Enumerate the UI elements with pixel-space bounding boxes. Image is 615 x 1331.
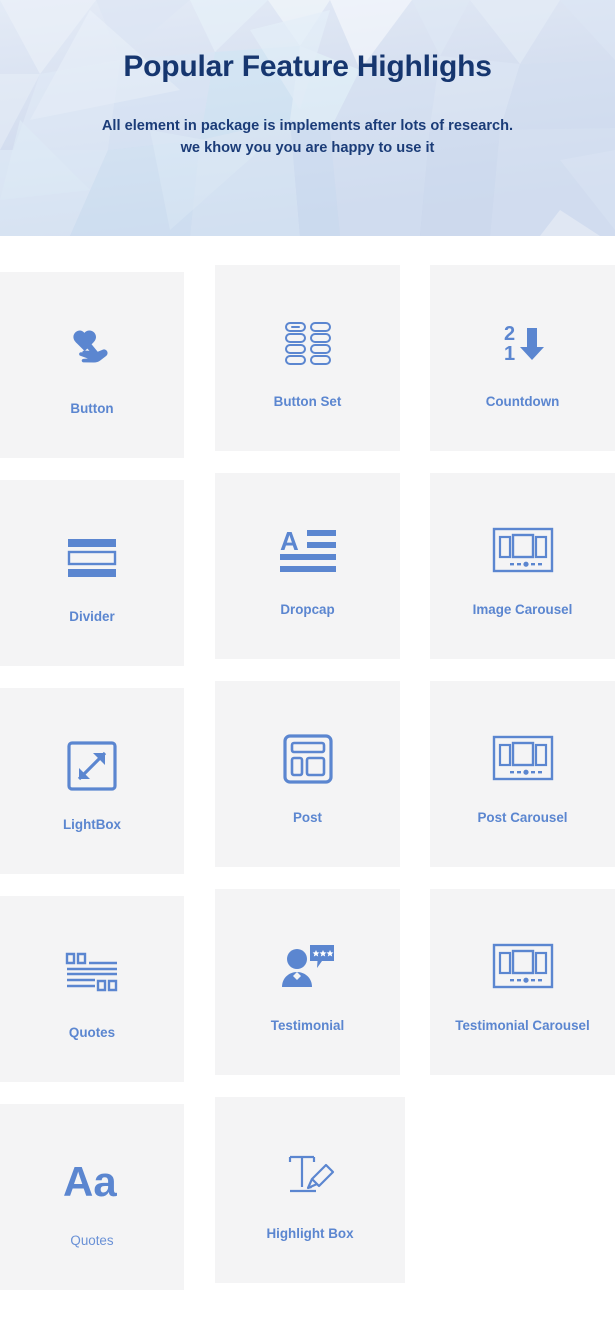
feature-card-post[interactable]: Post	[215, 681, 400, 867]
feature-card-label: Post	[292, 809, 323, 825]
feature-card-label: Testimonial Carousel	[455, 1017, 590, 1033]
feature-card-image-carousel[interactable]: Image Carousel	[430, 473, 615, 659]
feature-card-label: Image Carousel	[472, 601, 573, 617]
carousel-icon	[492, 932, 554, 1002]
feature-card-label: Divider	[69, 608, 115, 624]
feature-card-label: Testimonial	[270, 1017, 345, 1033]
feature-card-label: Post Carousel	[477, 809, 568, 825]
typography-aa-icon: Aa	[57, 1147, 127, 1217]
text-highlighter-icon	[282, 1140, 338, 1210]
person-speech-stars-icon	[280, 932, 336, 1002]
dropcap-a-icon: A	[279, 516, 336, 586]
countdown-digit-bottom: 1	[504, 343, 515, 365]
page-title: Popular Feature Highlighs	[123, 50, 492, 83]
post-layout-icon	[282, 724, 333, 794]
quote-lines-icon	[62, 939, 122, 1009]
feature-card-button[interactable]: Button	[0, 272, 184, 458]
feature-card-label: Dropcap	[280, 601, 335, 617]
countdown-arrow-icon: 2 1	[496, 308, 550, 378]
feature-card-button-set[interactable]: Button Set	[215, 265, 400, 451]
feature-card-label: LightBox	[62, 816, 121, 832]
feature-card-testimonial[interactable]: Testimonial	[215, 889, 400, 1075]
feature-card-quotes[interactable]: Quotes	[0, 896, 184, 1082]
feature-card-label: Highlight Box	[266, 1225, 354, 1241]
carousel-icon	[492, 516, 554, 586]
divider-icon	[66, 523, 118, 593]
feature-card-dropcap[interactable]: A Dropcap	[215, 473, 400, 659]
feature-card-lightbox[interactable]: LightBox	[0, 688, 184, 874]
dropcap-glyph: A	[280, 528, 299, 556]
expand-arrows-icon	[67, 731, 117, 801]
button-grid-icon	[284, 308, 332, 378]
page-subtitle-line-2: we khow you you are happy to use it	[180, 140, 435, 157]
feature-card-countdown[interactable]: 2 1 Countdown	[430, 265, 615, 451]
feature-card-label: Button	[70, 400, 114, 416]
hero-banner: Popular Feature Highlighs All element in…	[0, 0, 615, 236]
feature-card-highlight-box[interactable]: Highlight Box	[215, 1097, 405, 1283]
feature-card-testimonial-carousel[interactable]: Testimonial Carousel	[430, 889, 615, 1075]
feature-card-label: Button Set	[273, 393, 342, 409]
carousel-icon	[492, 724, 554, 794]
page-subtitle: All element in package is implements aft…	[0, 115, 615, 160]
typography-glyph: Aa	[63, 1158, 117, 1205]
feature-card-quotes-typography[interactable]: Aa Quotes	[0, 1104, 184, 1290]
feature-card-post-carousel[interactable]: Post Carousel	[430, 681, 615, 867]
feature-card-divider[interactable]: Divider	[0, 480, 184, 666]
feature-card-label: Quotes	[70, 1232, 114, 1248]
hand-pointer-heart-icon	[67, 315, 117, 385]
feature-card-label: Countdown	[485, 393, 560, 409]
feature-card-label: Quotes	[68, 1024, 116, 1040]
countdown-digit-top: 2	[504, 323, 515, 345]
page-subtitle-line-1: All element in package is implements aft…	[101, 117, 514, 134]
